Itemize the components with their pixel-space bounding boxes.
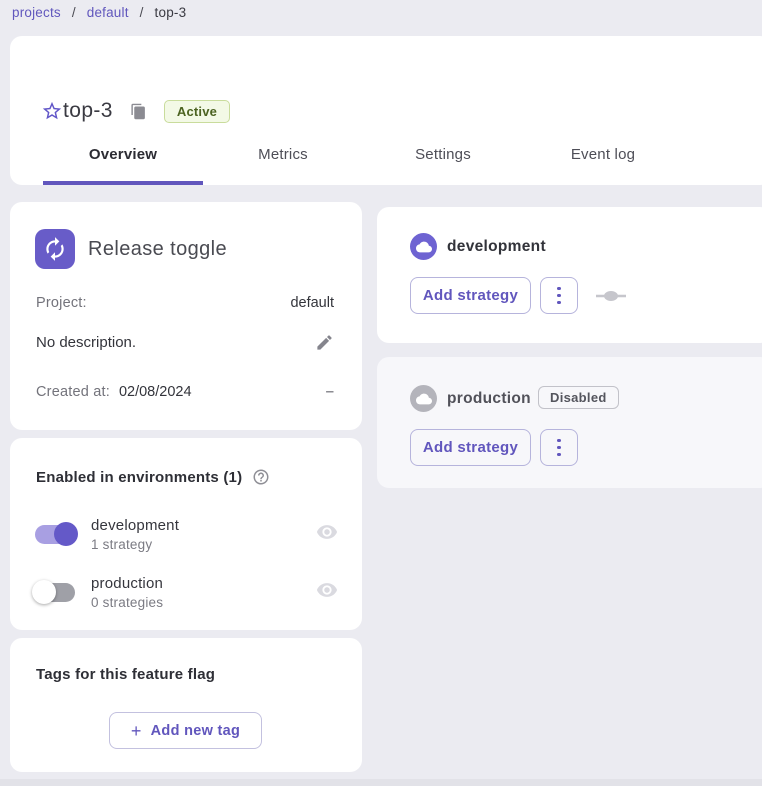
breadcrumb-separator: /: [72, 5, 76, 20]
page-title: top-3: [63, 99, 113, 123]
page-bottom-strip: [0, 779, 762, 786]
disabled-badge: Disabled: [538, 386, 619, 409]
breadcrumb-separator: /: [140, 5, 144, 20]
production-toggle[interactable]: [32, 579, 78, 605]
breadcrumb-default-link[interactable]: default: [87, 5, 129, 20]
add-strategy-button[interactable]: Add strategy: [410, 429, 531, 466]
created-at-label: Created at:: [36, 384, 110, 400]
description-row: No description.: [36, 333, 334, 352]
edit-pencil-icon[interactable]: [315, 333, 334, 352]
environment-panel-development: development Add strategy: [377, 207, 762, 343]
enabled-environments-card: Enabled in environments (1) development …: [10, 438, 362, 630]
enabled-environments-title: Enabled in environments (1): [36, 469, 242, 486]
project-row: Project: default: [36, 295, 334, 311]
plus-icon: +: [131, 722, 142, 740]
breadcrumb: projects / default / top-3: [12, 5, 186, 20]
tags-title: Tags for this feature flag: [36, 666, 215, 683]
help-circle-icon[interactable]: [252, 468, 270, 486]
development-toggle[interactable]: [32, 521, 78, 547]
environment-panel-production: production Disabled Add strategy: [377, 357, 762, 488]
release-toggle-icon: [35, 229, 75, 269]
visibility-eye-icon[interactable]: [316, 521, 338, 548]
flag-title-row: top-3 Active: [41, 99, 230, 123]
environment-cloud-icon: [410, 233, 437, 260]
environment-row-development: development 1 strategy: [32, 510, 338, 558]
favorite-star-icon[interactable]: [41, 100, 63, 122]
flag-type-label: Release toggle: [88, 238, 227, 261]
environment-strategy-count: 1 strategy: [91, 537, 179, 552]
tags-card: Tags for this feature flag + Add new tag: [10, 638, 362, 772]
project-value-link[interactable]: default: [290, 295, 334, 311]
add-strategy-button[interactable]: Add strategy: [410, 277, 531, 314]
flag-header-card: top-3 Active Overview Metrics Settings E…: [10, 36, 762, 185]
status-badge: Active: [164, 100, 230, 123]
project-label: Project:: [36, 295, 87, 311]
add-new-tag-button[interactable]: + Add new tag: [109, 712, 262, 749]
visibility-eye-icon[interactable]: [316, 579, 338, 606]
active-tab-indicator: [43, 181, 203, 185]
description-text: No description.: [36, 334, 136, 351]
more-options-icon[interactable]: [540, 277, 578, 314]
created-at-row: Created at: 02/08/2024 –: [36, 383, 334, 400]
environment-cloud-icon: [410, 385, 437, 412]
environment-row-production: production 0 strategies: [32, 568, 338, 616]
lifecycle-indicator-icon: [596, 290, 626, 302]
breadcrumb-projects-link[interactable]: projects: [12, 5, 61, 20]
environment-name: development: [91, 517, 179, 534]
more-options-icon[interactable]: [540, 429, 578, 466]
tab-bar: Overview Metrics Settings Event log: [43, 132, 683, 177]
lifecycle-placeholder: –: [326, 383, 334, 400]
tab-overview[interactable]: Overview: [43, 132, 203, 177]
flag-overview-card: Release toggle Project: default No descr…: [10, 202, 362, 430]
created-at-value: 02/08/2024: [119, 384, 192, 400]
environment-panel-title: development: [447, 238, 546, 256]
copy-name-icon[interactable]: [130, 103, 147, 120]
environment-panel-title: production: [447, 390, 531, 408]
environment-strategy-count: 0 strategies: [91, 595, 163, 610]
breadcrumb-current-flag: top-3: [155, 5, 187, 20]
tab-settings[interactable]: Settings: [363, 132, 523, 177]
environment-name: production: [91, 575, 163, 592]
tab-metrics[interactable]: Metrics: [203, 132, 363, 177]
tab-event-log[interactable]: Event log: [523, 132, 683, 177]
